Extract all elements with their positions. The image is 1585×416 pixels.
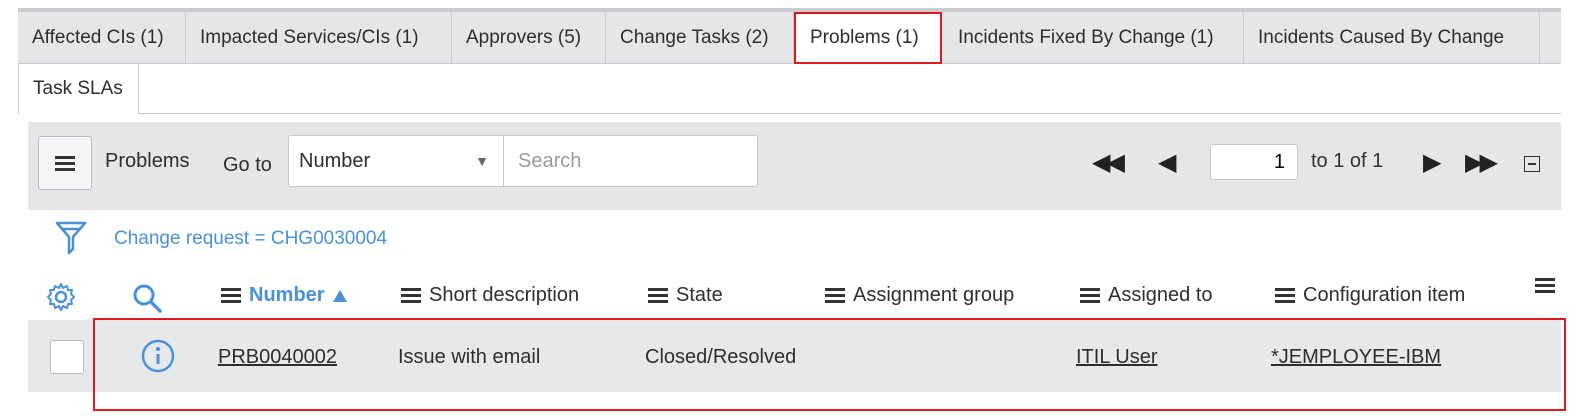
column-short-description[interactable]: Short description <box>401 284 579 307</box>
search-icon[interactable] <box>131 282 163 314</box>
list-menu-icon <box>55 161 75 165</box>
column-menu-icon[interactable] <box>221 294 241 297</box>
goto-label: Go to <box>223 154 272 176</box>
column-assignment-group-label: Assignment group <box>853 284 1015 306</box>
tab-impacted-services[interactable]: Impacted Services/CIs (1) <box>186 12 452 64</box>
tab-problems[interactable]: Problems (1) <box>794 12 942 64</box>
highlight-box <box>93 318 1566 411</box>
tab-incidents-caused[interactable]: Incidents Caused By Change <box>1244 12 1540 64</box>
page-range-text: to 1 of 1 <box>1311 150 1384 172</box>
field-select[interactable]: Number ▼ <box>288 135 504 187</box>
column-menu-icon[interactable] <box>1535 284 1555 287</box>
row-checkbox[interactable] <box>50 340 84 374</box>
filter-breadcrumb[interactable]: Change request = CHG0030004 <box>114 228 387 250</box>
tab-approvers[interactable]: Approvers (5) <box>452 12 606 64</box>
gear-icon[interactable] <box>46 282 76 312</box>
tab-affected-cis[interactable]: Affected CIs (1) <box>18 12 186 64</box>
tab-row-2: Task SLAs <box>18 64 1561 114</box>
list-menu-button[interactable] <box>38 136 92 190</box>
column-menu-icon[interactable] <box>825 294 845 297</box>
column-state[interactable]: State <box>648 284 723 307</box>
column-number-label: Number <box>249 284 325 306</box>
column-menu-icon[interactable] <box>1080 294 1100 297</box>
chevron-down-icon: ▼ <box>475 153 489 169</box>
column-more[interactable] <box>1535 284 1563 287</box>
tab-incidents-fixed[interactable]: Incidents Fixed By Change (1) <box>944 12 1244 64</box>
last-page-icon[interactable]: ▶▶ <box>1465 148 1498 178</box>
previous-page-icon[interactable]: ◀ <box>1158 148 1177 178</box>
sort-ascending-icon <box>332 289 347 302</box>
column-configuration-item-label: Configuration item <box>1303 284 1466 306</box>
search-input[interactable] <box>504 135 758 187</box>
list-title: Problems <box>105 150 190 172</box>
tab-change-tasks[interactable]: Change Tasks (2) <box>606 12 794 64</box>
collapse-icon[interactable] <box>1524 156 1540 172</box>
related-list-tabs: Affected CIs (1) Impacted Services/CIs (… <box>18 12 1561 114</box>
list-toolbar: Problems Go to Number ▼ ◀◀ ◀ to 1 of 1 ▶… <box>28 122 1561 210</box>
column-short-description-label: Short description <box>429 284 580 306</box>
column-assigned-to-label: Assigned to <box>1108 284 1213 306</box>
column-menu-icon[interactable] <box>648 294 668 297</box>
tab-task-slas[interactable]: Task SLAs <box>18 64 139 114</box>
column-number[interactable]: Number <box>221 284 347 307</box>
first-page-icon[interactable]: ◀◀ <box>1092 148 1125 178</box>
column-menu-icon[interactable] <box>401 294 421 297</box>
list-body: Change request = CHG0030004 Number Short… <box>28 210 1561 320</box>
column-menu-icon[interactable] <box>1275 294 1295 297</box>
next-page-icon[interactable]: ▶ <box>1423 148 1442 178</box>
column-assignment-group[interactable]: Assignment group <box>825 284 1014 307</box>
filter-icon[interactable] <box>54 220 88 256</box>
column-configuration-item[interactable]: Configuration item <box>1275 284 1465 307</box>
field-select-value: Number <box>299 150 371 172</box>
tab-row-1: Affected CIs (1) Impacted Services/CIs (… <box>18 12 1561 64</box>
column-state-label: State <box>676 284 723 306</box>
page-number-input[interactable] <box>1210 144 1298 180</box>
column-assigned-to[interactable]: Assigned to <box>1080 284 1213 307</box>
